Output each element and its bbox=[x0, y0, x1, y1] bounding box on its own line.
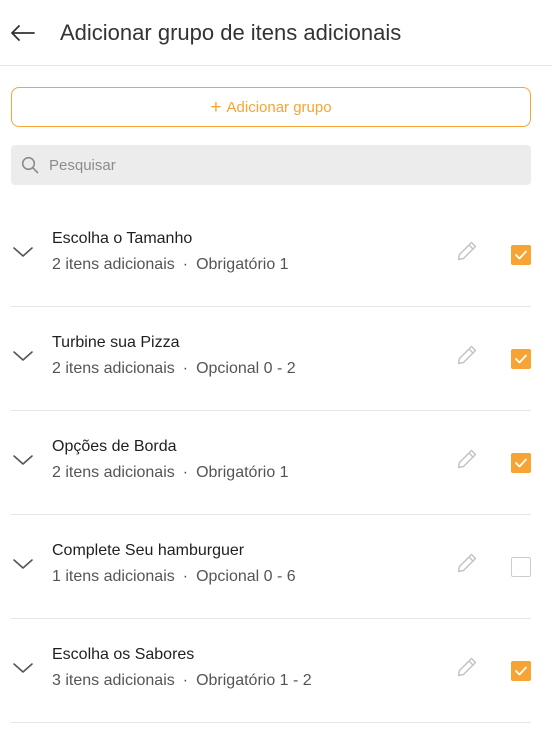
pencil-icon[interactable] bbox=[455, 239, 479, 263]
group-items-count: 2 itens adicionais bbox=[52, 360, 175, 377]
separator-dot: · bbox=[182, 568, 189, 585]
pencil-icon[interactable] bbox=[455, 447, 479, 471]
group-row: Complete Seu hamburguer 1 itens adiciona… bbox=[11, 515, 531, 619]
pencil-icon[interactable] bbox=[455, 551, 479, 575]
checkmark-icon bbox=[515, 250, 527, 260]
separator-dot: · bbox=[182, 672, 189, 689]
page-title: Adicionar grupo de itens adicionais bbox=[60, 19, 402, 45]
chevron-down-icon[interactable] bbox=[12, 453, 34, 467]
group-meta: 2 itens adicionais · Obrigatório 1 bbox=[52, 464, 289, 482]
group-checkbox[interactable] bbox=[511, 453, 531, 473]
chevron-down-icon[interactable] bbox=[12, 661, 34, 675]
group-checkbox[interactable] bbox=[511, 661, 531, 681]
group-meta: 2 itens adicionais · Opcional 0 - 2 bbox=[52, 360, 296, 378]
group-name: Complete Seu hamburguer bbox=[52, 542, 245, 559]
plus-icon: + bbox=[210, 96, 222, 118]
separator-dot: · bbox=[182, 256, 189, 273]
group-items-count: 2 itens adicionais bbox=[52, 256, 175, 273]
checkmark-icon bbox=[515, 666, 527, 676]
separator-dot: · bbox=[182, 464, 189, 481]
group-rule: Opcional 0 - 6 bbox=[196, 568, 296, 585]
header: Adicionar grupo de itens adicionais bbox=[0, 0, 552, 66]
search-icon bbox=[21, 156, 39, 174]
group-name: Escolha os Sabores bbox=[52, 646, 195, 663]
group-meta: 3 itens adicionais · Obrigatório 1 - 2 bbox=[52, 672, 312, 690]
chevron-down-icon[interactable] bbox=[12, 349, 34, 363]
checkmark-icon bbox=[515, 354, 527, 364]
chevron-down-icon[interactable] bbox=[12, 245, 34, 259]
search-bar bbox=[11, 145, 531, 185]
pencil-icon[interactable] bbox=[455, 655, 479, 679]
checkmark-icon bbox=[515, 458, 527, 468]
group-items-count: 2 itens adicionais bbox=[52, 464, 175, 481]
group-name: Turbine sua Pizza bbox=[52, 334, 180, 351]
group-items-count: 3 itens adicionais bbox=[52, 672, 175, 689]
group-checkbox[interactable] bbox=[511, 245, 531, 265]
group-checkbox[interactable] bbox=[511, 349, 531, 369]
group-row: Escolha os Sabores 3 itens adicionais · Ob… bbox=[11, 619, 531, 723]
group-rule: Obrigatório 1 bbox=[196, 256, 289, 273]
add-group-button[interactable]: + Adicionar grupo bbox=[11, 87, 531, 127]
group-rule: Obrigatório 1 bbox=[196, 464, 289, 481]
pencil-icon[interactable] bbox=[455, 343, 479, 367]
group-rule: Obrigatório 1 - 2 bbox=[196, 672, 312, 689]
search-input[interactable] bbox=[47, 155, 491, 175]
group-row: Turbine sua Pizza 2 itens adicionais · Opc… bbox=[11, 307, 531, 411]
group-meta: 1 itens adicionais · Opcional 0 - 6 bbox=[52, 568, 296, 586]
group-checkbox[interactable] bbox=[511, 557, 531, 577]
group-row: Escolha o Tamanho 2 itens adicionais · Obr… bbox=[11, 203, 531, 307]
group-rule: Opcional 0 - 2 bbox=[196, 360, 296, 377]
group-meta: 2 itens adicionais · Obrigatório 1 bbox=[52, 256, 289, 274]
arrow-left-icon[interactable] bbox=[11, 21, 35, 45]
separator-dot: · bbox=[182, 360, 189, 377]
group-items-count: 1 itens adicionais bbox=[52, 568, 175, 585]
chevron-down-icon[interactable] bbox=[12, 557, 34, 571]
group-name: Opções de Borda bbox=[52, 438, 177, 455]
group-row: Opções de Borda 2 itens adicionais · Obrig… bbox=[11, 411, 531, 515]
group-list: Escolha o Tamanho 2 itens adicionais · Obr… bbox=[11, 203, 531, 723]
add-group-label: Adicionar grupo bbox=[226, 98, 332, 116]
group-name: Escolha o Tamanho bbox=[52, 230, 193, 247]
